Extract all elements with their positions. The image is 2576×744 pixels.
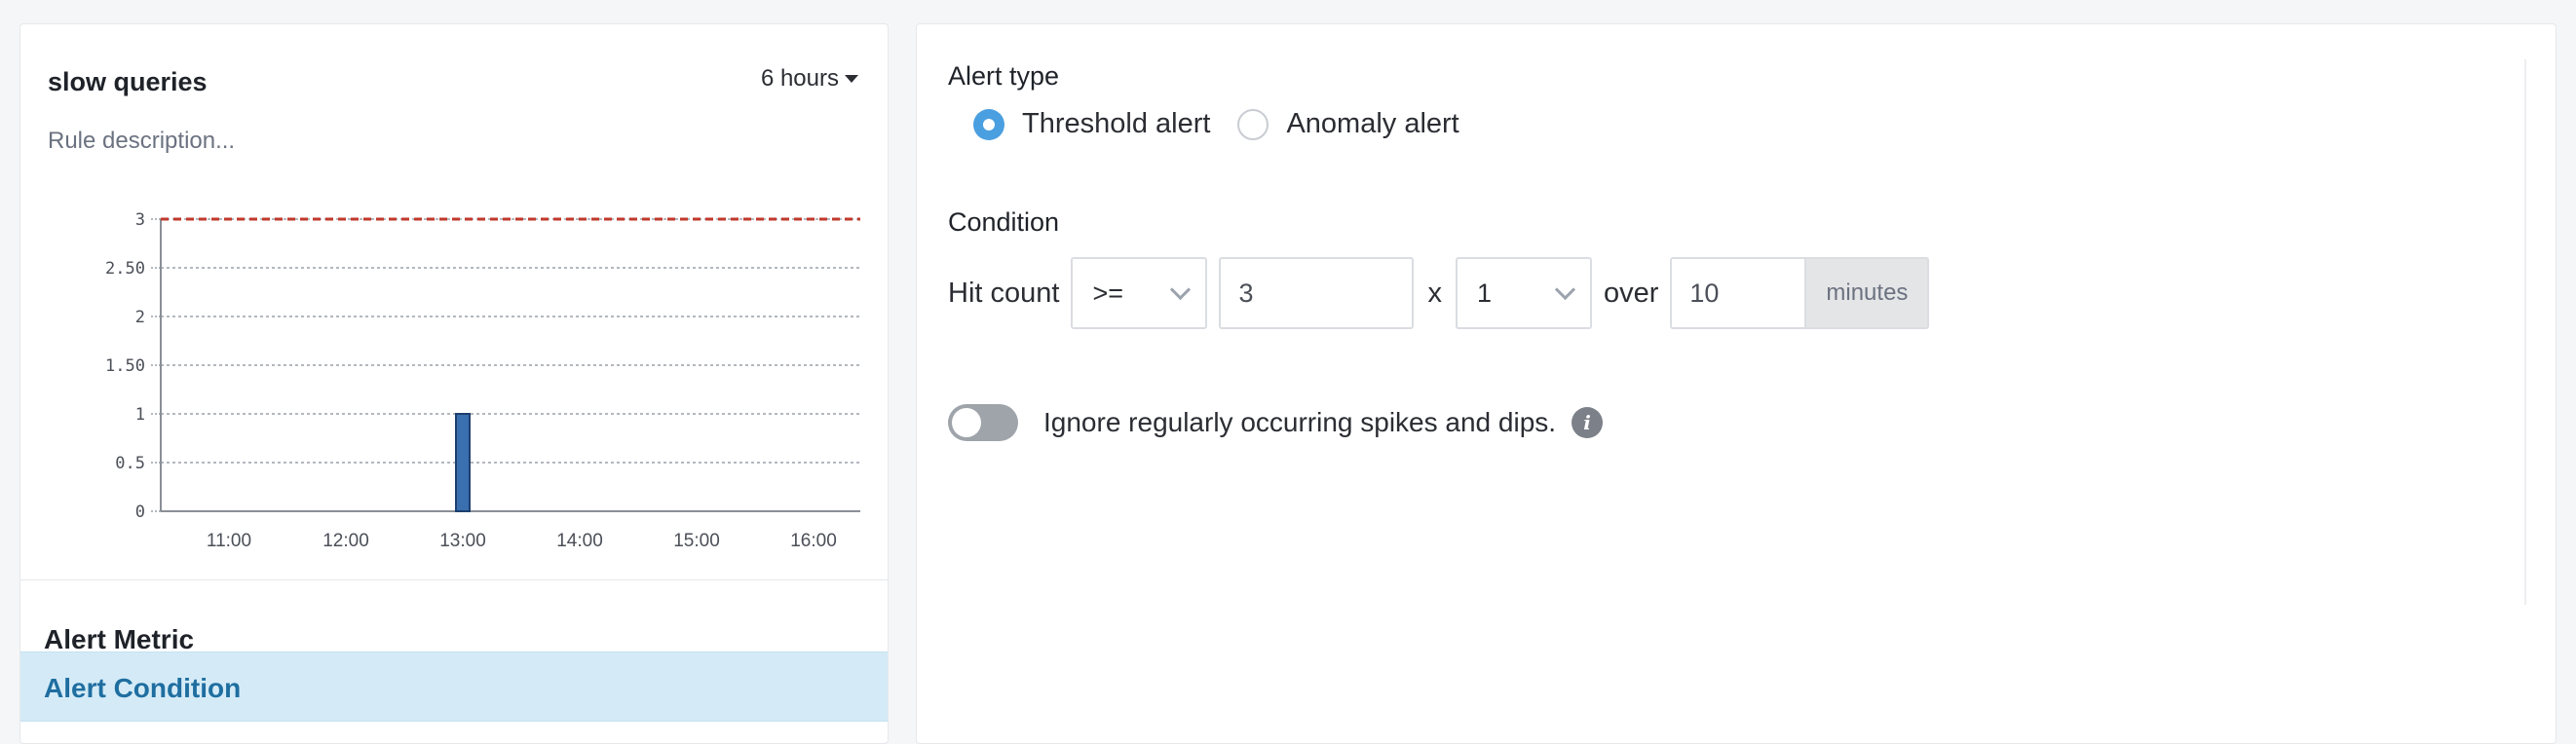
- time-range-dropdown[interactable]: 6 hours: [761, 65, 858, 93]
- x-tick-label: 15:00: [673, 531, 720, 551]
- toggle-knob: [952, 408, 981, 437]
- condition-label: Condition: [948, 207, 1060, 237]
- times-label: x: [1427, 277, 1442, 309]
- bar: [455, 413, 471, 512]
- radio-threshold-circle[interactable]: [973, 108, 1004, 140]
- x-tick-label: 12:00: [322, 531, 369, 551]
- x-tick-label: 13:00: [439, 531, 486, 551]
- alert-settings-panel: Alert type Threshold alert Anomaly alert…: [916, 23, 2557, 744]
- hit-count-chart: 0 0.5 1 1.50 2 2.50 3 11:00 12:00 13:00 14:00 15:00…: [59, 188, 878, 568]
- ignore-spikes-toggle[interactable]: [948, 404, 1018, 441]
- time-range-label: 6 hours: [760, 65, 839, 92]
- y-tick-label: 2.50: [105, 259, 145, 279]
- multiplier-value: 1: [1476, 278, 1492, 308]
- rule-title: slow queries: [48, 67, 208, 96]
- x-tick-label: 14:00: [556, 531, 603, 551]
- operator-value: >=: [1092, 278, 1123, 308]
- threshold-input[interactable]: 3: [1219, 257, 1415, 329]
- operator-select[interactable]: >=: [1071, 257, 1208, 329]
- scroll-track: [2524, 59, 2526, 605]
- x-tick-label: 16:00: [790, 531, 837, 551]
- ignore-spikes-label: Ignore regularly occurring spikes and di…: [1043, 407, 1557, 437]
- condition-row: Hit count >= 3 x 1 over 10 minutes: [948, 256, 1930, 330]
- radio-threshold-label: Threshold alert: [1022, 108, 1211, 139]
- nav-alert-condition-label: Alert Condition: [44, 673, 242, 703]
- chevron-down-icon: [1170, 279, 1192, 300]
- radio-anomaly-circle[interactable]: [1237, 108, 1269, 140]
- hit-count-label: Hit count: [948, 277, 1060, 309]
- y-tick-label: 1.50: [105, 356, 145, 376]
- y-tick-label: 0: [135, 502, 145, 522]
- rule-description[interactable]: Rule description...: [48, 128, 235, 155]
- y-tick-label: 1: [135, 405, 145, 425]
- window-unit-addon: minutes: [1806, 257, 1930, 329]
- section-divider: [20, 579, 888, 580]
- ignore-spikes-row: Ignore regularly occurring spikes and di…: [948, 404, 1604, 441]
- radio-threshold-alert[interactable]: Threshold alert: [973, 108, 1210, 140]
- rule-panel: slow queries 6 hours Rule description...…: [19, 23, 889, 744]
- radio-anomaly-label: Anomaly alert: [1286, 108, 1459, 139]
- alert-type-radio-group: Threshold alert Anomaly alert: [973, 108, 1487, 140]
- chart-svg: 0 0.5 1 1.50 2 2.50 3 11:00 12:00 13:00 14:00 15:00…: [105, 210, 860, 551]
- over-label: over: [1603, 277, 1659, 309]
- caret-down-icon: [845, 75, 858, 83]
- window-input[interactable]: 10: [1670, 257, 1807, 329]
- y-tick-label: 2: [135, 308, 145, 327]
- info-icon[interactable]: i: [1572, 407, 1604, 438]
- multiplier-select[interactable]: 1: [1455, 257, 1592, 329]
- y-tick-label: 3: [135, 210, 145, 230]
- y-tick-label: 0.5: [115, 454, 145, 473]
- alert-type-label: Alert type: [948, 61, 1060, 91]
- radio-anomaly-alert[interactable]: Anomaly alert: [1237, 108, 1459, 140]
- x-tick-label: 11:00: [207, 531, 251, 551]
- chevron-down-icon: [1554, 279, 1576, 300]
- nav-alert-condition[interactable]: Alert Condition: [20, 651, 888, 722]
